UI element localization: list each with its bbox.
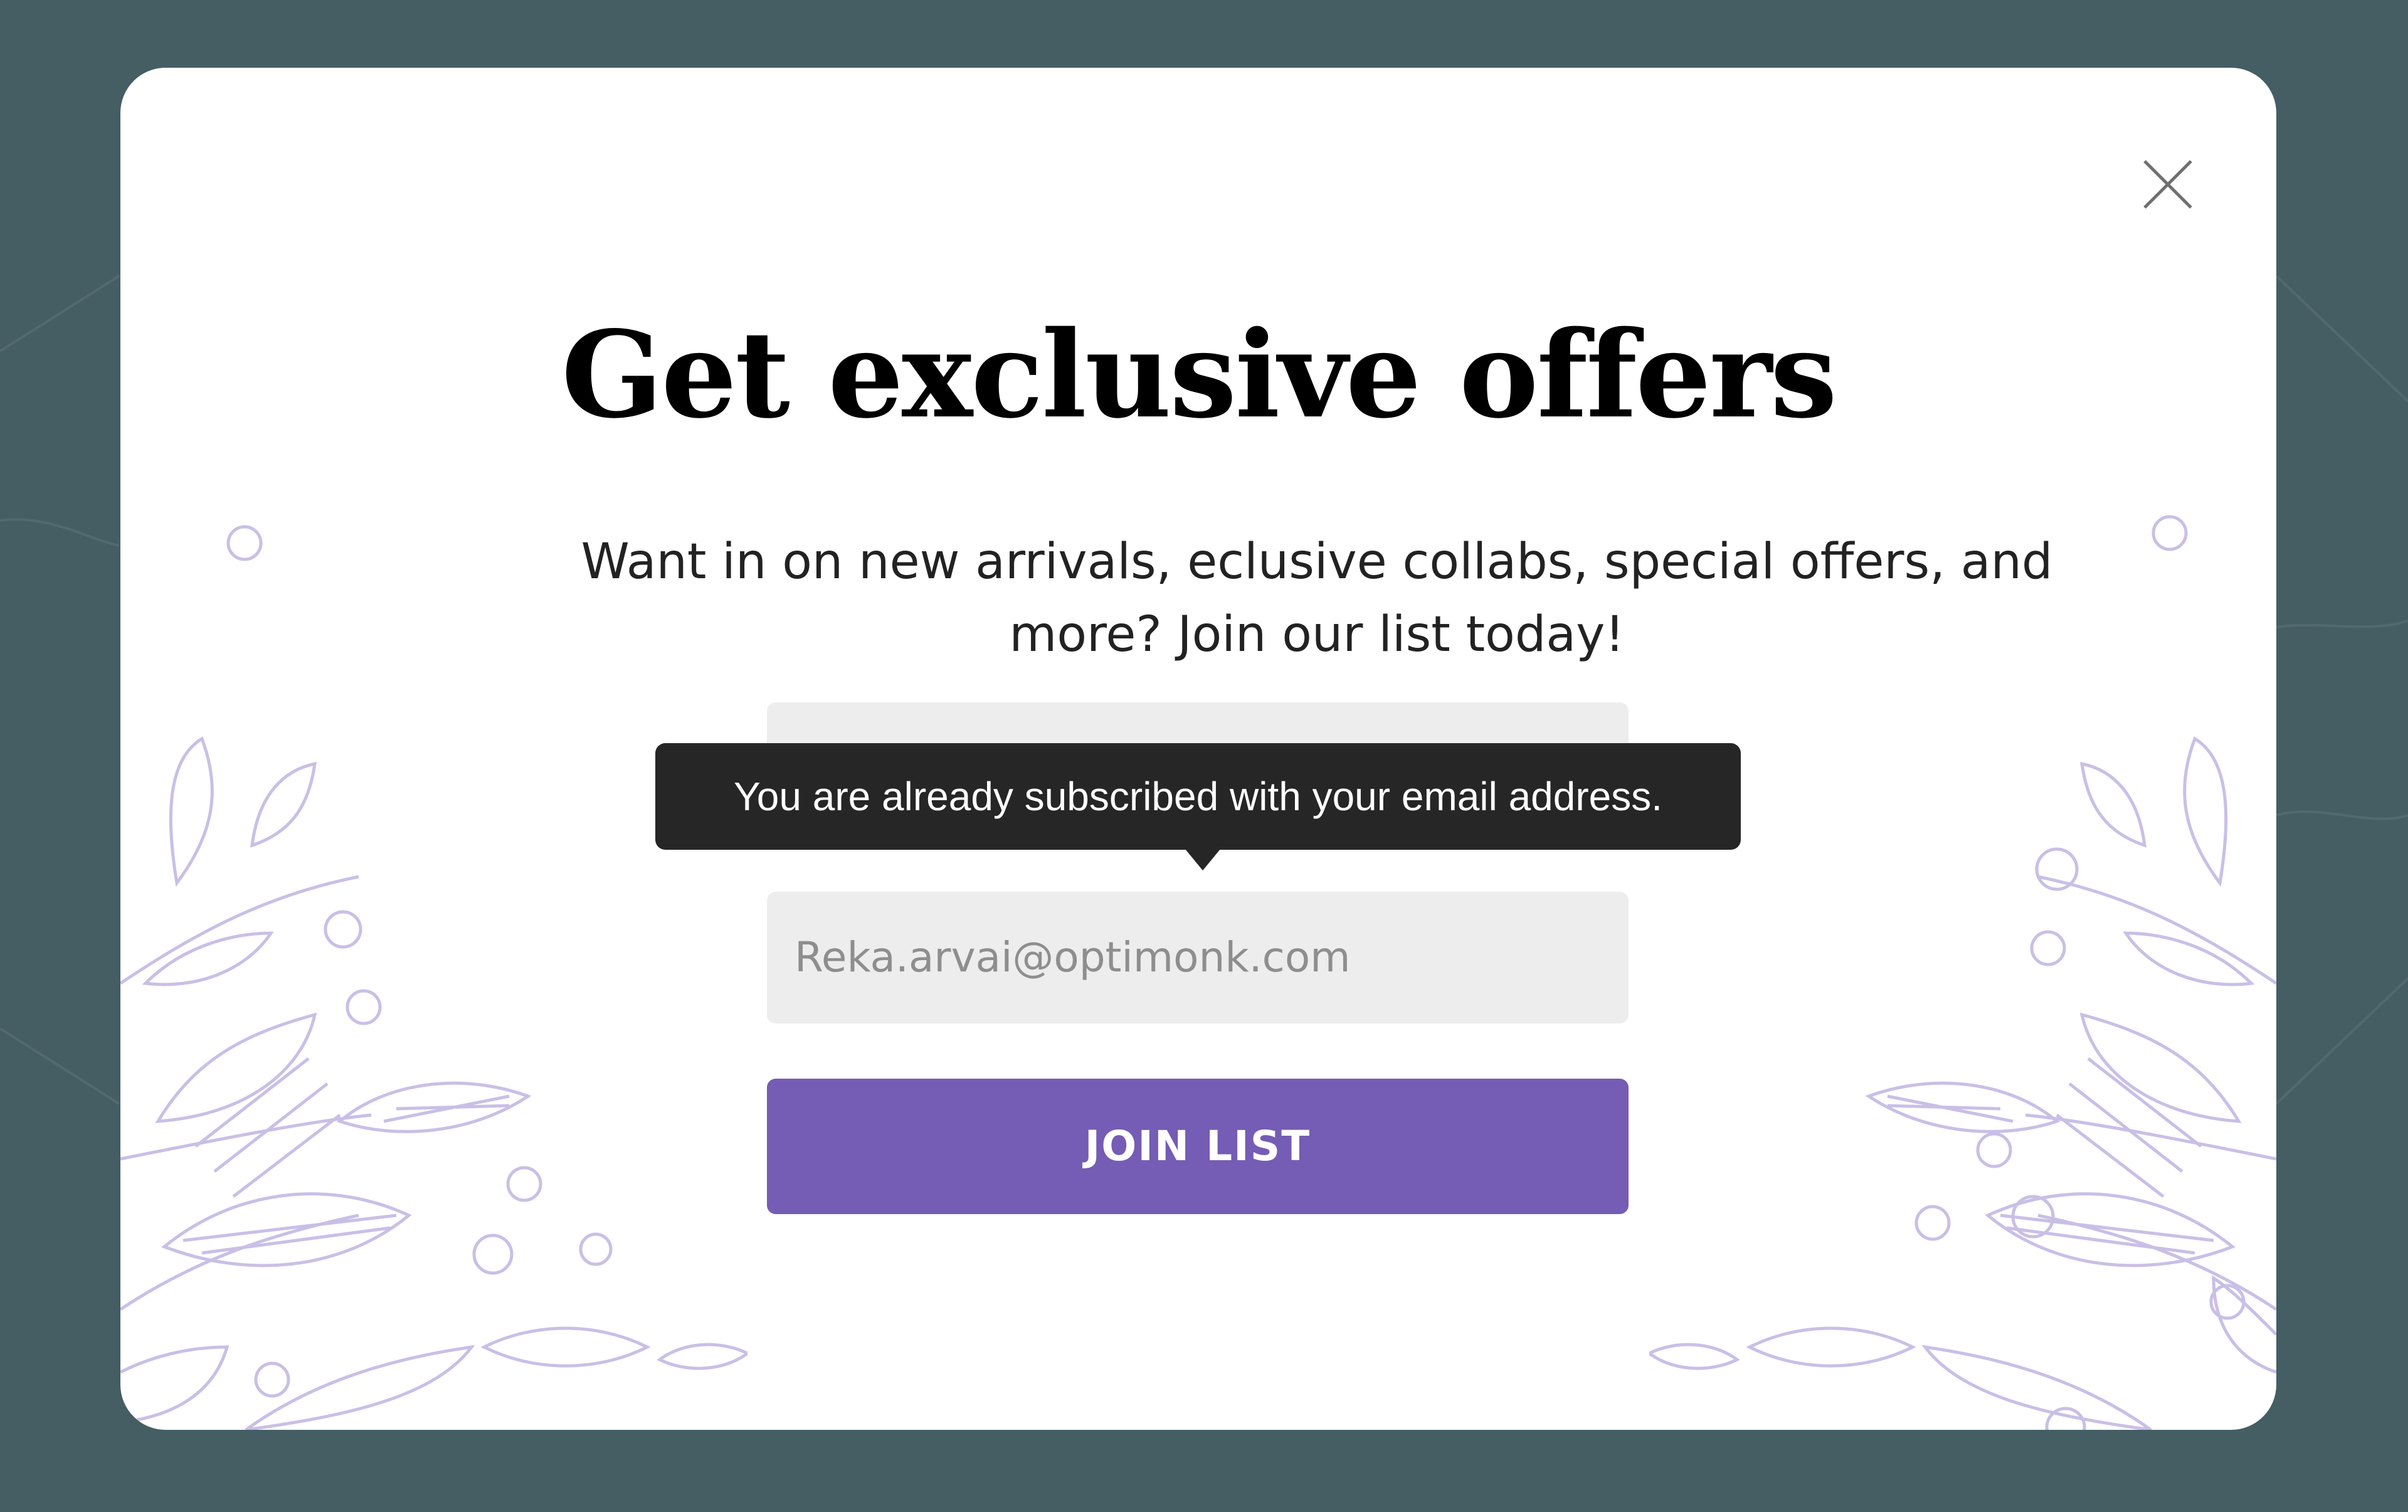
validation-tooltip: You are already subscribed with your ema… bbox=[655, 743, 1741, 850]
close-icon bbox=[2143, 160, 2192, 209]
tooltip-arrow bbox=[1185, 849, 1220, 870]
popup-description: Want in on new arrivals, eclusive collab… bbox=[581, 534, 2053, 663]
subscribe-popup: Get exclusive offers Want in on new arri… bbox=[120, 68, 2276, 1430]
join-list-button[interactable]: JOIN LIST bbox=[767, 1079, 1629, 1214]
popup-headline: Get exclusive offers bbox=[561, 305, 1837, 445]
email-field[interactable]: Reka.arvai@optimonk.com bbox=[767, 892, 1629, 1023]
close-button[interactable] bbox=[2141, 157, 2195, 211]
